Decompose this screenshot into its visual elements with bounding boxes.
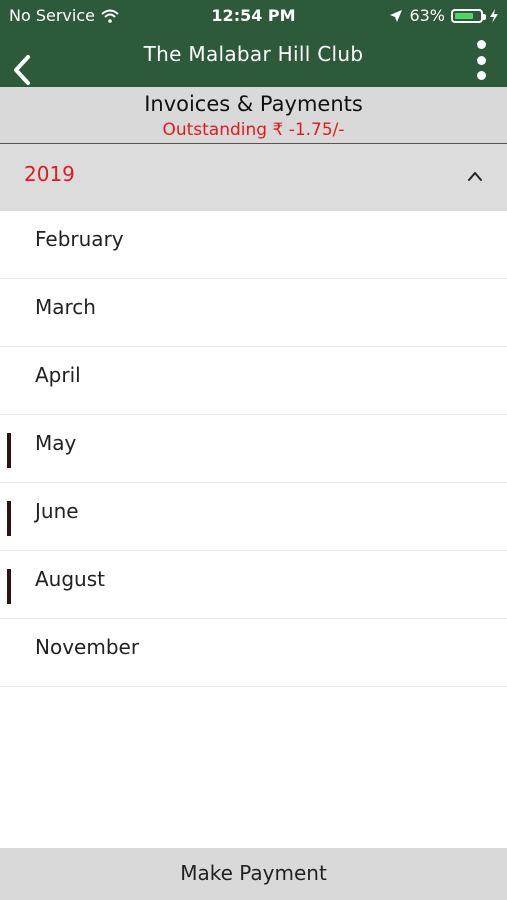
month-label: May xyxy=(35,431,77,455)
list-item[interactable]: March xyxy=(0,279,507,347)
battery-icon xyxy=(451,8,486,23)
list-item[interactable]: June xyxy=(0,483,507,551)
chevron-up-icon[interactable] xyxy=(467,170,483,182)
month-label: April xyxy=(35,363,81,387)
month-label: August xyxy=(35,567,105,591)
top-bar: No Service 12:54 PM 63% The Malabar Hill… xyxy=(0,0,507,87)
list-item[interactable]: April xyxy=(0,347,507,415)
status-bar: No Service 12:54 PM 63% xyxy=(0,0,507,30)
month-list: February March April May June August Nov… xyxy=(0,211,507,687)
invoices-header: Invoices & Payments Outstanding ₹ -1.75/… xyxy=(0,87,507,143)
club-title: The Malabar Hill Club xyxy=(143,42,364,66)
kebab-dot-icon xyxy=(476,40,486,49)
list-item[interactable]: November xyxy=(0,619,507,687)
selection-marker xyxy=(7,569,11,604)
month-label: February xyxy=(35,227,124,251)
list-item[interactable]: August xyxy=(0,551,507,619)
list-item[interactable]: May xyxy=(0,415,507,483)
make-payment-button[interactable]: Make Payment xyxy=(0,848,507,900)
month-label: March xyxy=(35,295,96,319)
outstanding-amount: Outstanding ₹ -1.75/- xyxy=(162,120,345,140)
charging-bolt-icon xyxy=(490,8,498,23)
status-right: 63% xyxy=(389,6,499,25)
selection-marker xyxy=(7,501,11,536)
kebab-dot-icon xyxy=(476,71,486,80)
more-menu-button[interactable] xyxy=(471,40,491,80)
battery-percent: 63% xyxy=(409,6,445,25)
page-title: Invoices & Payments xyxy=(144,92,363,116)
selection-marker xyxy=(7,433,11,468)
year-label: 2019 xyxy=(24,162,75,186)
month-label: June xyxy=(35,499,79,523)
location-arrow-icon xyxy=(390,9,403,22)
year-section-header[interactable]: 2019 xyxy=(0,143,507,211)
kebab-dot-icon xyxy=(476,55,486,65)
list-item[interactable]: February xyxy=(0,211,507,279)
month-label: November xyxy=(35,635,140,659)
